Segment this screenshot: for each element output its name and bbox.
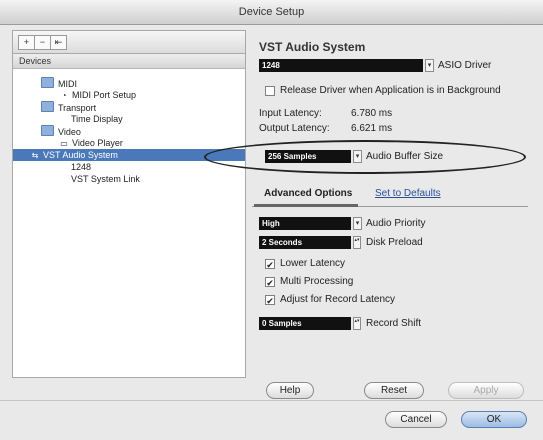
output-latency-value: 6.621 ms: [351, 123, 393, 134]
tree-item-transport[interactable]: Transport: [41, 101, 96, 113]
devices-toolbar: + − ⇤: [13, 31, 245, 54]
tab-advanced-options[interactable]: Advanced Options: [264, 188, 352, 199]
reset-device-button[interactable]: ⇤: [50, 35, 67, 50]
vst-audio-system-panel: VST Audio System 1248 ▾ ASIO Driver Rele…: [255, 30, 536, 376]
tab-selected-indicator: [254, 204, 358, 207]
asio-driver-dropdown[interactable]: 1248: [259, 59, 423, 72]
audio-priority-label: Audio Priority: [366, 218, 426, 229]
record-shift-field[interactable]: 0 Samples: [259, 317, 351, 330]
tree-item-midi[interactable]: MIDI: [41, 77, 77, 89]
release-driver-label: Release Driver when Application is in Ba…: [280, 85, 501, 96]
device-setup-dialog: + − ⇤ Devices MIDI ◔ MIDI Port Setup Tran…: [8, 30, 536, 402]
lower-latency-label: Lower Latency: [280, 258, 346, 269]
reset-button[interactable]: Reset: [364, 382, 424, 399]
lower-latency-checkbox[interactable]: ✔: [265, 259, 275, 270]
chevron-down-icon[interactable]: ▾: [353, 217, 362, 230]
output-latency-label: Output Latency:: [259, 123, 330, 134]
disk-preload-field[interactable]: 2 Seconds: [259, 236, 351, 249]
audio-priority-dropdown[interactable]: High: [259, 217, 351, 230]
folder-icon: [41, 101, 54, 112]
multi-processing-label: Multi Processing: [280, 276, 354, 287]
folder-icon: [41, 125, 54, 136]
highlight-ellipse: [204, 140, 526, 174]
record-shift-stepper[interactable]: ▴▾: [353, 317, 361, 330]
dialog-separator: [0, 400, 543, 401]
adjust-record-latency-label: Adjust for Record Latency: [280, 294, 396, 305]
tree-item-video-player[interactable]: ▭ Video Player: [59, 137, 123, 149]
set-to-defaults-link[interactable]: Set to Defaults: [375, 188, 441, 199]
window-title: Device Setup: [0, 0, 543, 25]
devices-panel: + − ⇤ Devices MIDI ◔ MIDI Port Setup Tran…: [12, 30, 246, 378]
help-button[interactable]: Help: [266, 382, 314, 399]
chevron-down-icon[interactable]: ▾: [425, 59, 434, 72]
record-shift-label: Record Shift: [366, 318, 422, 329]
add-device-button[interactable]: +: [18, 35, 35, 50]
tree-item-midi-port-setup[interactable]: ◔ MIDI Port Setup: [59, 89, 136, 101]
tree-item-vst-system-link[interactable]: VST System Link: [71, 173, 140, 185]
panel-title: VST Audio System: [259, 40, 366, 54]
adjust-record-latency-checkbox[interactable]: ✔: [265, 295, 275, 306]
tree-item-time-display[interactable]: Time Display: [71, 113, 123, 125]
remove-device-button[interactable]: −: [34, 35, 51, 50]
asio-driver-label: ASIO Driver: [438, 60, 492, 71]
tree-item-1248[interactable]: 1248: [71, 161, 91, 173]
disk-preload-stepper[interactable]: ▴▾: [353, 236, 361, 249]
folder-icon: [41, 77, 54, 88]
devices-column-header: Devices: [13, 54, 245, 69]
disk-preload-label: Disk Preload: [366, 237, 423, 248]
cancel-button[interactable]: Cancel: [385, 411, 447, 428]
input-latency-value: 6.780 ms: [351, 108, 393, 119]
apply-button[interactable]: Apply: [448, 382, 524, 399]
input-latency-label: Input Latency:: [259, 108, 322, 119]
ok-button[interactable]: OK: [461, 411, 527, 428]
tree-item-video[interactable]: Video: [41, 125, 81, 137]
vst-audio-icon: ⇆: [31, 151, 39, 160]
multi-processing-checkbox[interactable]: ✔: [265, 277, 275, 288]
release-driver-checkbox[interactable]: [265, 86, 275, 96]
